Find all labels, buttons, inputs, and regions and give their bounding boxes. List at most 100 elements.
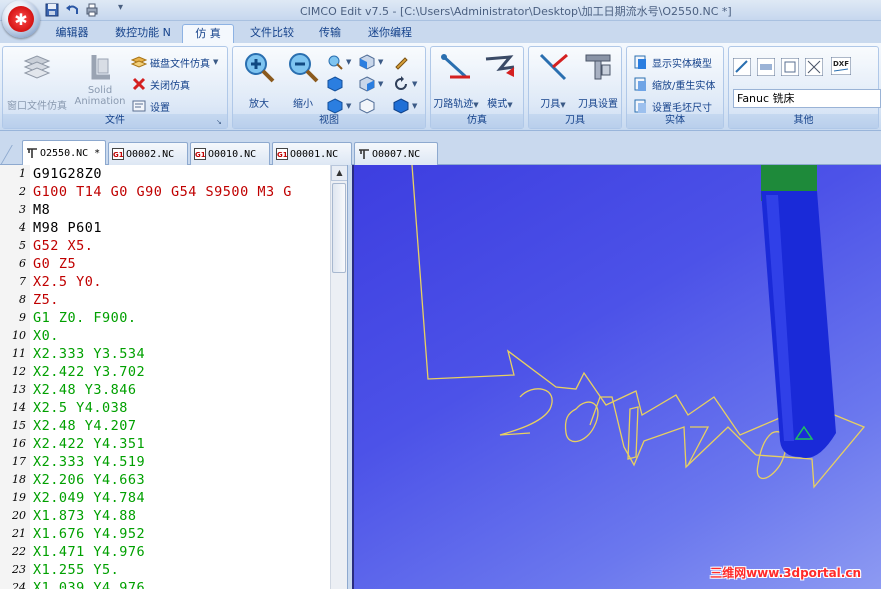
code-line[interactable]: 24 X1.039 Y4.976: [0, 579, 330, 589]
view-iso-button[interactable]: [327, 75, 343, 93]
undo-icon[interactable]: [64, 2, 80, 18]
code-line[interactable]: 9 G1 Z0. F900.: [0, 309, 330, 327]
svg-text:G1: G1: [113, 151, 124, 159]
application-menu-button[interactable]: ✱: [2, 0, 40, 38]
doc-tab-o0010[interactable]: G1 O0010.NC: [190, 142, 270, 165]
print-icon[interactable]: [84, 2, 100, 18]
stock-size-button[interactable]: 设置毛坯尺寸: [633, 97, 712, 115]
code-line[interactable]: 2 G100 T14 G0 G90 G54 S9500 M3 G: [0, 183, 330, 201]
tool-setup-button[interactable]: 刀具设置: [575, 51, 621, 110]
other-tool-1-button[interactable]: [732, 57, 752, 77]
window-sim-icon: [21, 51, 53, 83]
group-other-label: 其他: [729, 114, 878, 128]
tool-button[interactable]: 刀具▼: [531, 51, 575, 110]
code-line[interactable]: 8 Z5.: [0, 291, 330, 309]
machine-select[interactable]: Fanuc 铣床: [733, 89, 881, 108]
doc-tab-o0007[interactable]: O0007.NC: [354, 142, 438, 165]
code-line[interactable]: 22 X1.471 Y4.976: [0, 543, 330, 561]
code-line[interactable]: 7 X2.5 Y0.: [0, 273, 330, 291]
mode-button[interactable]: 模式▼: [479, 51, 521, 110]
view-side-button[interactable]: ▼: [359, 75, 383, 93]
group-tool-label: 刀具: [529, 114, 621, 128]
settings-icon: [131, 98, 147, 114]
vertical-scrollbar[interactable]: ▲: [330, 165, 347, 589]
code-line[interactable]: 5 G52 X5.: [0, 237, 330, 255]
code-line[interactable]: 16 X2.422 Y4.351: [0, 435, 330, 453]
doc-tab-o2550[interactable]: O2550.NC *: [22, 140, 106, 165]
code-line[interactable]: 13 X2.48 Y3.846: [0, 381, 330, 399]
dropdown-arrow-icon: ▼: [346, 58, 352, 66]
code-line[interactable]: 14 X2.5 Y4.038: [0, 399, 330, 417]
view-front-button[interactable]: ▼: [359, 53, 383, 71]
code-line[interactable]: 3 M8: [0, 201, 330, 219]
other-tool-4-button[interactable]: [804, 57, 824, 77]
code-text: X2.333 Y3.534: [33, 346, 146, 362]
tool-setup-icon: [582, 51, 614, 83]
nc-code-editor[interactable]: 1 G91G28Z0 2 G100 T14 G0 G90 G54 S9500 M3 G…: [0, 165, 348, 589]
scroll-up-icon[interactable]: ▲: [331, 165, 347, 181]
doc-tab-o0001[interactable]: G1 O0001.NC: [272, 142, 352, 165]
zoom-regen-solid-button[interactable]: 缩放/重生实体: [633, 75, 715, 93]
code-line[interactable]: 17 X2.333 Y4.519: [0, 453, 330, 471]
code-line[interactable]: 1 G91G28Z0: [0, 165, 330, 183]
save-icon[interactable]: [44, 2, 60, 18]
zoom-in-button[interactable]: 放大: [239, 51, 279, 110]
dropdown-arrow-icon: ▼: [473, 101, 479, 109]
code-line[interactable]: 12 X2.422 Y3.702: [0, 363, 330, 381]
toolpath-icon: [440, 51, 472, 83]
mode-icon: [484, 51, 516, 83]
show-solid-button[interactable]: 显示实体模型: [633, 53, 712, 71]
code-line[interactable]: 11 X2.333 Y3.534: [0, 345, 330, 363]
zoom-window-button[interactable]: ▼: [327, 53, 351, 71]
zoom-regen-solid-label: 缩放/重生实体: [652, 80, 716, 92]
line-number: 10: [12, 329, 26, 342]
shading-button[interactable]: ▼: [393, 97, 417, 115]
doc-tab-o0002[interactable]: G1 O0002.NC: [108, 142, 188, 165]
window-file-sim-button[interactable]: 窗口文件仿真: [5, 51, 69, 112]
code-line[interactable]: 23 X1.255 Y5.: [0, 561, 330, 579]
tab-mini-programming[interactable]: 迷你编程: [362, 24, 418, 43]
view-wire-button[interactable]: [359, 97, 375, 115]
rotate-view-button[interactable]: ▼: [393, 75, 417, 93]
simulation-viewport[interactable]: 三维网www.3dportal.cn: [352, 165, 881, 589]
solid-animation-label-2: Animation: [74, 96, 126, 107]
frame-icon: [780, 57, 800, 77]
code-line[interactable]: 21 X1.676 Y4.952: [0, 525, 330, 543]
line-number: 23: [12, 563, 26, 576]
tab-nc-functions[interactable]: 数控功能 N: [108, 24, 178, 43]
sim-settings-label: 设置: [150, 102, 170, 114]
code-text: X1.039 Y4.976: [33, 580, 146, 589]
code-line[interactable]: 4 M98 P601: [0, 219, 330, 237]
doc-tab-label: O0010.NC: [208, 148, 257, 160]
tab-file-compare[interactable]: 文件比较: [244, 24, 300, 43]
line-number: 13: [12, 383, 26, 396]
scrollbar-thumb[interactable]: [332, 183, 346, 273]
code-line[interactable]: 10 X0.: [0, 327, 330, 345]
other-tool-2-button[interactable]: [756, 57, 776, 77]
dropdown-arrow-icon: ▼: [213, 58, 219, 66]
other-tool-3-button[interactable]: [780, 57, 800, 77]
view-solid-button[interactable]: ▼: [327, 97, 351, 115]
code-line[interactable]: 19 X2.049 Y4.784: [0, 489, 330, 507]
zoom-out-icon: [287, 51, 319, 83]
customize-toolbar-icon[interactable]: ▾: [118, 2, 132, 18]
cube-blue-icon: [327, 76, 343, 92]
solid-animation-button[interactable]: Solid Animation: [71, 51, 129, 107]
zoom-out-button[interactable]: 缩小: [283, 51, 323, 110]
code-line[interactable]: 15 X2.48 Y4.207: [0, 417, 330, 435]
close-sim-button[interactable]: 关闭仿真: [131, 75, 190, 93]
toolpath-button[interactable]: 刀路轨迹▼: [433, 51, 479, 110]
tab-editor[interactable]: 编辑器: [48, 24, 96, 43]
tab-simulation[interactable]: 仿 真: [182, 24, 234, 43]
sim-settings-button[interactable]: 设置: [131, 97, 170, 115]
edit-pen-button[interactable]: [393, 53, 409, 71]
code-line[interactable]: 20 X1.873 Y4.88: [0, 507, 330, 525]
dropdown-arrow-icon: ▼: [412, 80, 418, 88]
dxf-button[interactable]: DXF: [830, 56, 852, 76]
code-line[interactable]: 6 G0 Z5: [0, 255, 330, 273]
toolpath-label: 刀路轨迹▼: [433, 95, 479, 110]
code-line[interactable]: 18 X2.206 Y4.663: [0, 471, 330, 489]
tab-transfer[interactable]: 传输: [312, 24, 348, 43]
group-dialog-launcher-icon[interactable]: ↘: [216, 118, 224, 126]
disk-file-sim-button[interactable]: 磁盘文件仿真 ▼: [130, 53, 219, 71]
